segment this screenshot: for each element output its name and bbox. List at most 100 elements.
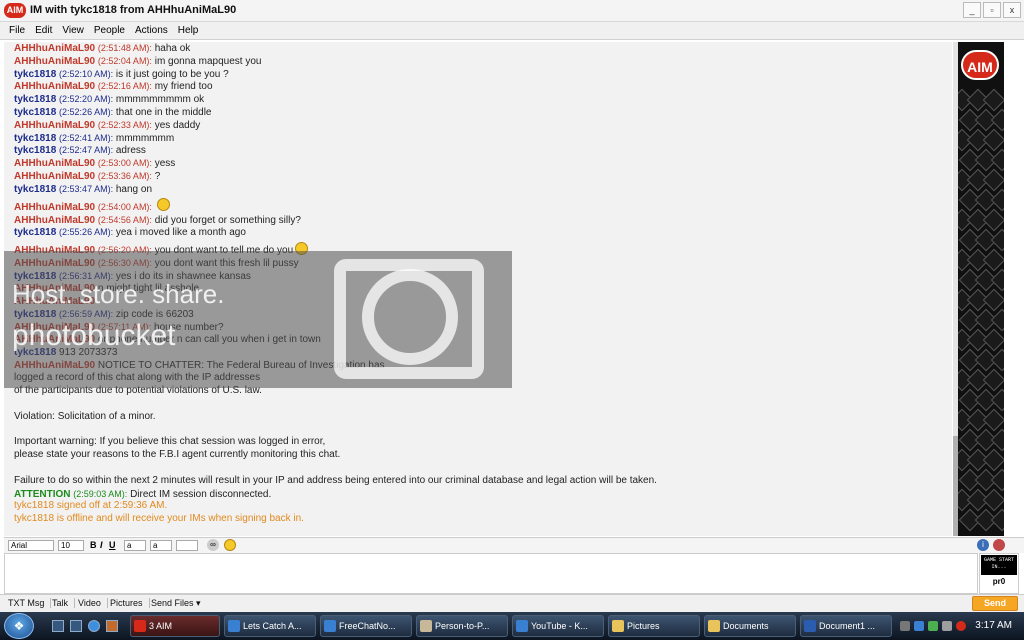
taskbar-task[interactable]: Pictures xyxy=(608,615,700,637)
banner-diamond xyxy=(990,348,1004,372)
video-button[interactable]: Video xyxy=(78,598,108,608)
chat-line xyxy=(14,398,944,411)
taskbar-task[interactable]: Lets Catch A... xyxy=(224,615,316,637)
screen-name: AHHhuAniMaL90 xyxy=(14,201,96,213)
timestamp: (2:59:03 AM): xyxy=(73,488,128,499)
chat-line: tykc1818 signed off at 2:59:36 AM. xyxy=(14,500,944,513)
screen-name: tykc1818 xyxy=(14,227,57,239)
menu-view[interactable]: View xyxy=(57,22,89,39)
timestamp: (2:52:10 AM): xyxy=(59,68,114,79)
start-button[interactable]: ❖ xyxy=(4,613,34,639)
info-icon[interactable]: i xyxy=(977,539,989,551)
chat-line: AHHhuAniMaL90 (2:53:00 AM): yess xyxy=(14,157,944,170)
task-label: Pictures xyxy=(627,621,660,631)
message-text: hang on xyxy=(115,183,153,195)
taskbar-task[interactable]: YouTube - K... xyxy=(512,615,604,637)
chat-line: tykc1818 (2:55:26 AM): yea i moved like … xyxy=(14,226,944,239)
talk-button[interactable]: Talk xyxy=(52,598,76,608)
bold-button[interactable]: B xyxy=(90,540,97,550)
chat-line: AHHhuAniMaL90 (2:52:33 AM): yes daddy xyxy=(14,119,944,132)
menu-people[interactable]: People xyxy=(89,22,130,39)
close-button[interactable]: x xyxy=(1003,2,1021,18)
chat-line: tykc1818 (2:52:10 AM): is it just going … xyxy=(14,68,944,81)
font-size-select[interactable]: 10 xyxy=(58,540,84,551)
smiley-icon[interactable] xyxy=(224,539,236,551)
link-icon[interactable]: ∞ xyxy=(207,539,219,551)
screen-name: tykc1818 xyxy=(14,94,57,106)
message-text: mmmmmmm xyxy=(115,132,175,144)
maximize-button[interactable]: ▫ xyxy=(983,2,1001,18)
game-widget[interactable]: GAME START IN... pr0 xyxy=(979,553,1019,594)
menu-help[interactable]: Help xyxy=(173,22,204,39)
task-app-icon xyxy=(134,620,146,632)
highlight-color-button[interactable]: a xyxy=(150,540,172,551)
send-files-button[interactable]: Send Files ▾ xyxy=(151,598,207,609)
chat-line: tykc1818 is offline and will receive you… xyxy=(14,513,944,526)
message-text: my friend too xyxy=(154,81,213,93)
task-app-icon xyxy=(612,620,624,632)
chat-line: AHHhuAniMaL90 (2:54:56 AM): did you forg… xyxy=(14,214,944,227)
timestamp: (2:52:41 AM): xyxy=(59,132,114,143)
right-gutter xyxy=(1004,42,1024,536)
window-title: IM with tykc1818 from AHHhuAniMaL90 xyxy=(30,4,237,16)
menu-file[interactable]: File xyxy=(4,22,30,39)
menu-edit[interactable]: Edit xyxy=(30,22,57,39)
watermark-brand: photobucket xyxy=(12,319,176,352)
taskbar-task[interactable]: Person-to-P... xyxy=(416,615,508,637)
minimize-button[interactable]: _ xyxy=(963,2,981,18)
task-label: 3 AIM xyxy=(149,621,173,631)
volume-icon[interactable] xyxy=(942,621,952,631)
emoticon-icon xyxy=(156,198,170,212)
message-text: yea i moved like a month ago xyxy=(115,227,246,239)
aim-logo-icon: AIM xyxy=(4,3,26,18)
task-label: Lets Catch A... xyxy=(243,621,302,631)
timestamp: (2:52:04 AM): xyxy=(97,55,152,66)
italic-button[interactable]: I xyxy=(100,540,103,550)
tools-icon[interactable] xyxy=(993,539,1005,551)
game-caption: pr0 xyxy=(992,577,1006,586)
font-select[interactable]: Arial xyxy=(8,540,54,551)
task-app-icon xyxy=(804,620,816,632)
timestamp: (2:55:26 AM): xyxy=(59,227,114,238)
show-desktop-icon[interactable] xyxy=(52,620,64,632)
photobucket-watermark: Host. store. share. photobucket xyxy=(4,251,512,388)
media-player-icon[interactable] xyxy=(106,620,118,632)
message-text: yes daddy xyxy=(154,119,201,131)
system-notice-text: please state your reasons to the F.B.I a… xyxy=(14,449,341,461)
timestamp: (2:53:00 AM): xyxy=(97,158,152,169)
aim-tray-icon[interactable] xyxy=(956,621,966,631)
txt-msg-button[interactable]: TXT Msg xyxy=(8,598,52,608)
message-input[interactable] xyxy=(4,553,978,594)
network-icon[interactable] xyxy=(928,621,938,631)
taskbar-task[interactable]: Document1 ... xyxy=(800,615,892,637)
banner-diamond xyxy=(990,468,1004,492)
underline-button[interactable]: U xyxy=(109,540,116,550)
taskbar-task[interactable]: Documents xyxy=(704,615,796,637)
switch-windows-icon[interactable] xyxy=(70,620,82,632)
tray-chevron-icon[interactable] xyxy=(900,621,910,631)
internet-explorer-icon[interactable] xyxy=(88,620,100,632)
chat-line: tykc1818 (2:52:41 AM): mmmmmmm xyxy=(14,132,944,145)
chat-line: please state your reasons to the F.B.I a… xyxy=(14,449,944,462)
banner-diamond xyxy=(990,428,1004,452)
banner-diamond xyxy=(990,388,1004,412)
chat-line: Violation: Solicitation of a minor. xyxy=(14,411,944,424)
screen-name: tykc1818 xyxy=(14,106,57,118)
screen-name: AHHhuAniMaL90 xyxy=(14,81,96,93)
timestamp: (2:54:56 AM): xyxy=(97,214,152,225)
menu-actions[interactable]: Actions xyxy=(130,22,173,39)
taskbar-task[interactable]: FreeChatNo... xyxy=(320,615,412,637)
timestamp: (2:52:26 AM): xyxy=(59,106,114,117)
clock[interactable]: 3:17 AM xyxy=(975,620,1012,631)
text-color-button[interactable]: a xyxy=(124,540,146,551)
background-color-button[interactable] xyxy=(176,540,198,551)
taskbar-task[interactable]: 3 AIM xyxy=(130,615,220,637)
pictures-button[interactable]: Pictures xyxy=(110,598,150,608)
task-app-icon xyxy=(228,620,240,632)
system-notice-text: Important warning: If you believe this c… xyxy=(14,436,326,448)
title-bar: AIM IM with tykc1818 from AHHhuAniMaL90 … xyxy=(0,0,1024,22)
banner-diamond xyxy=(990,228,1004,252)
tray-app-icon[interactable] xyxy=(914,621,924,631)
screen-name: AHHhuAniMaL90 xyxy=(14,119,96,131)
send-button[interactable]: Send xyxy=(972,596,1018,611)
